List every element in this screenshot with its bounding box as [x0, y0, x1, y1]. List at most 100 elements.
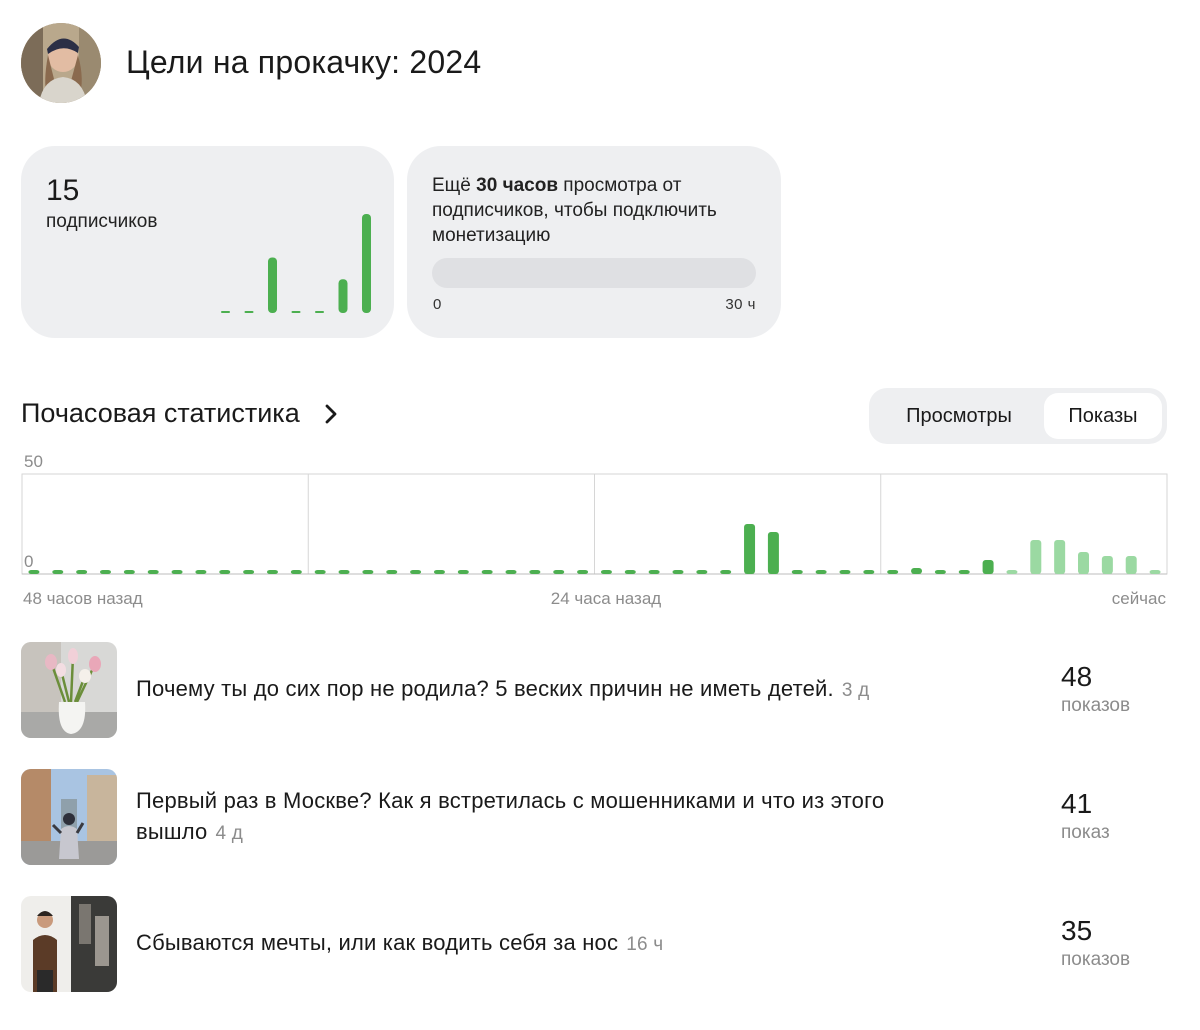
metric-toggle: Просмотры Показы [869, 388, 1167, 444]
hourly-bar [290, 570, 302, 574]
mini-chart-bar [362, 214, 371, 313]
x-tick-label: 48 часов назад [23, 589, 143, 608]
video-row[interactable]: Первый раз в Москве? Как я встретилась с… [21, 768, 1167, 865]
video-impressions: 48 показов [1061, 661, 1130, 717]
channel-header: Цели на прокачку: 2024 [21, 22, 481, 103]
hourly-bar [696, 570, 708, 574]
x-tick-label: 24 часа назад [551, 589, 662, 608]
video-title[interactable]: Первый раз в Москве? Как я встретилась с… [136, 785, 956, 849]
hourly-bar [648, 570, 660, 574]
impressions-label: показ [1061, 822, 1110, 843]
impressions-label: показов [1061, 695, 1131, 716]
impressions-count: 48 [1061, 661, 1093, 692]
monetization-progress-bar [432, 258, 756, 288]
hourly-bar [386, 570, 398, 574]
hourly-bar [147, 570, 159, 574]
avatar-photo-icon [21, 22, 101, 103]
hourly-bar [553, 570, 565, 574]
monetization-card[interactable]: Ещё 30 часов просмотра от подписчиков, ч… [407, 146, 781, 338]
monetization-text-prefix: Ещё [432, 175, 477, 196]
hourly-bar [99, 570, 111, 574]
video-thumbnail[interactable] [21, 768, 117, 865]
hourly-bar [195, 570, 207, 574]
x-tick-label: сейчас [1112, 589, 1167, 608]
video-age: 3 д [841, 680, 870, 701]
page-title: Цели на прокачку: 2024 [126, 44, 482, 80]
hourly-bar [1125, 556, 1137, 574]
hourly-bar [338, 570, 350, 574]
impressions-count: 35 [1061, 915, 1093, 946]
subscribers-card[interactable]: 15 подписчиков [21, 146, 394, 338]
video-title[interactable]: Почему ты до сих пор не родила? 5 веских… [136, 673, 956, 706]
hourly-bar [171, 570, 183, 574]
hourly-bar [887, 570, 899, 574]
hourly-bar [123, 570, 135, 574]
hourly-bar [243, 570, 255, 574]
hourly-bar [28, 570, 40, 574]
video-title-text: Почему ты до сих пор не родила? 5 веских… [136, 676, 834, 701]
video-row[interactable]: Почему ты до сих пор не родила? 5 веских… [21, 641, 1167, 738]
hourly-bar [481, 570, 493, 574]
hourly-bar [791, 570, 803, 574]
impressions-count: 41 [1061, 788, 1093, 819]
video-thumbnail[interactable] [21, 895, 117, 992]
mini-chart-bar [315, 311, 324, 313]
video-impressions: 35 показов [1061, 915, 1130, 971]
progress-min-label: 0 [433, 296, 442, 313]
portrait-photo-icon [21, 895, 117, 992]
hourly-bar [720, 570, 732, 574]
mini-chart-bar [338, 279, 348, 313]
hourly-bar [1101, 556, 1113, 574]
avatar[interactable] [21, 22, 101, 103]
mini-chart-bar [244, 311, 254, 313]
monetization-hours-left: 30 часов [476, 175, 559, 196]
mini-chart-bar [221, 311, 230, 313]
hourly-bar [934, 570, 946, 574]
hourly-bar [314, 570, 326, 574]
hourly-bar [839, 570, 851, 574]
hourly-chart: 50 0 48 часов назад 24 часа назад сейчас [21, 452, 1168, 608]
video-row[interactable]: Сбываются мечты, или как водить себя за … [21, 895, 1167, 992]
hourly-bar [672, 570, 684, 574]
video-list: Почему ты до сих пор не родила? 5 веских… [21, 641, 1167, 1022]
impressions-label: показов [1061, 949, 1131, 970]
tab-views[interactable]: Просмотры [874, 393, 1044, 439]
hourly-bar [457, 570, 469, 574]
hourly-bar [863, 570, 875, 574]
video-title-text: Первый раз в Москве? Как я встретилась с… [136, 787, 885, 844]
hourly-bar [958, 570, 970, 574]
hourly-bar [1030, 540, 1042, 574]
hourly-bar [433, 570, 445, 574]
y-tick-label: 50 [24, 452, 43, 471]
hourly-bar [815, 570, 827, 574]
hourly-stats-link[interactable]: Почасовая статистика [21, 398, 338, 429]
hourly-bar [529, 570, 541, 574]
hourly-bar [362, 570, 374, 574]
video-title-text: Сбываются мечты, или как водить себя за … [136, 930, 619, 955]
hourly-bar [1149, 570, 1161, 574]
video-age: 16 ч [626, 934, 664, 955]
hourly-bar [266, 570, 278, 574]
hourly-bar [577, 570, 589, 574]
hourly-bar [911, 568, 923, 574]
video-title[interactable]: Сбываются мечты, или как водить себя за … [136, 927, 956, 960]
hourly-bar [76, 570, 88, 574]
hourly-stats-title: Почасовая статистика [21, 398, 300, 428]
hourly-bar [767, 532, 779, 574]
hourly-bar [410, 570, 422, 574]
hourly-bar [600, 570, 612, 574]
chevron-right-icon [325, 404, 337, 423]
mini-chart-bar [291, 311, 301, 313]
video-impressions: 41 показ [1061, 788, 1110, 844]
video-thumbnail[interactable] [21, 641, 117, 738]
hourly-bar [1006, 570, 1018, 574]
subscribers-mini-chart [221, 214, 371, 313]
tab-impressions[interactable]: Показы [1044, 393, 1162, 439]
hourly-bar [1054, 540, 1066, 574]
hourly-bar [744, 524, 756, 574]
hourly-bar [505, 570, 517, 574]
hourly-bar [982, 560, 994, 574]
hourly-bar [219, 570, 231, 574]
tulips-photo-icon [21, 641, 117, 738]
hourly-bar [624, 570, 636, 574]
